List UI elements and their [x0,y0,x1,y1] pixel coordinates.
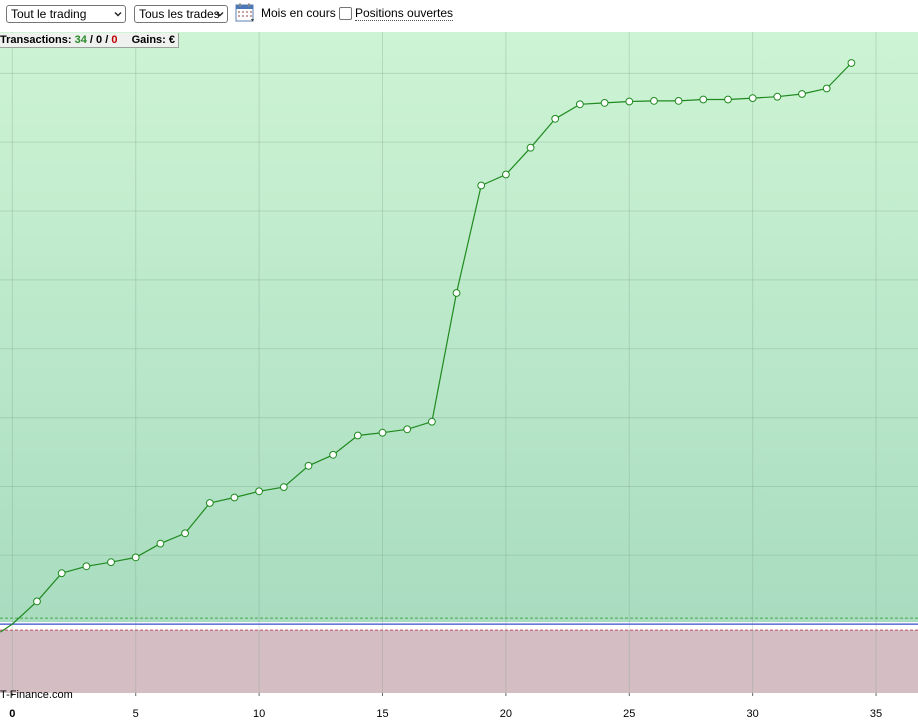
data-point [279,483,288,492]
separator: / [105,34,109,46]
data-point [650,97,658,105]
open-positions-checkbox[interactable] [339,7,352,20]
data-point [699,95,708,104]
loss-zone [0,630,918,693]
scope-select[interactable]: Tout le trading [6,5,126,23]
data-point [822,84,831,93]
period-label[interactable]: Mois en cours [261,6,336,20]
data-point [205,499,214,507]
data-point [156,539,165,548]
gain-zone [0,32,918,623]
data-point [181,529,190,538]
transactions-count: 34 [74,34,87,46]
gains-label: Gains: [131,34,166,46]
equity-chart: 0 5 10 15 20 25 30 35 [0,32,918,720]
data-point [329,450,338,459]
transactions-label: Transactions: [0,34,72,46]
data-point [502,170,510,179]
data-point [477,181,486,190]
chevron-down-icon [216,12,224,17]
data-point [131,553,140,562]
data-point [378,428,387,437]
data-point [33,597,41,606]
transactions-neutral: 0 [96,34,103,46]
chart-svg: 0 5 10 15 20 25 30 35 [0,32,918,720]
data-point [625,97,634,106]
data-point [255,487,264,496]
data-point [526,143,535,152]
data-point [353,431,362,440]
data-point [674,97,683,105]
calendar-icon[interactable] [235,3,257,23]
data-point [403,425,412,434]
stats-box: Transactions: 34 / 0 / 0 Gains: € [0,33,180,48]
trades-select-value: Tous les trades [139,7,220,21]
data-point [798,90,806,98]
data-point [57,569,66,578]
x-tick-label: 25 [623,708,635,718]
watermark: T-Finance.com [0,689,73,701]
data-point [576,100,584,109]
toolbar: Tout le trading Tous les trades Mois en … [0,0,918,32]
chevron-down-icon [114,12,122,17]
data-point [107,558,115,567]
data-point [847,59,856,67]
data-point [724,95,732,104]
x-tick-label: 15 [376,708,388,718]
x-tick-label: 10 [253,708,265,718]
data-point [748,94,757,102]
x-tick-label: 30 [747,708,759,718]
data-point [600,99,609,107]
gains-value: € [168,34,176,46]
trades-select[interactable]: Tous les trades [134,5,228,23]
open-positions-label[interactable]: Positions ouvertes [355,7,454,21]
data-point [304,461,313,470]
data-point [452,289,461,297]
data-point [82,562,91,571]
scope-select-value: Tout le trading [11,7,87,21]
data-point [230,493,239,502]
x-tick-label: 0 [9,708,15,718]
data-point [428,417,436,426]
separator: / [89,34,93,46]
x-tick-label: 5 [133,708,139,718]
x-tick-label: 35 [870,708,882,718]
x-tick-label: 20 [500,708,512,718]
data-point [773,92,782,101]
data-point [551,114,560,123]
transactions-losing: 0 [111,34,118,46]
